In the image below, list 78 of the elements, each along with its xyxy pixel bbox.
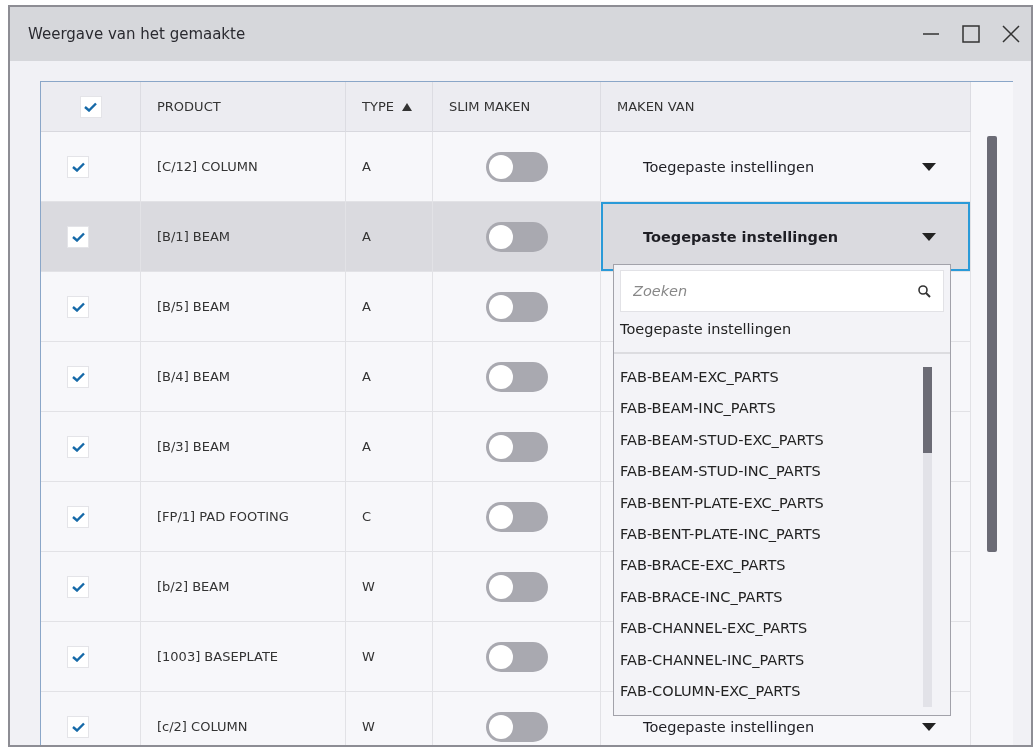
table-cell: W <box>346 552 433 622</box>
column-header[interactable]: PRODUCT <box>141 82 346 132</box>
caret-icon <box>922 722 936 731</box>
scrollbar-thumb[interactable] <box>987 136 997 552</box>
table-cell: [b/2] BEAM <box>141 552 346 622</box>
scrollbar-thumb[interactable] <box>923 367 932 453</box>
toggle-switch[interactable] <box>485 221 548 252</box>
column-label: PRODUCT <box>157 99 221 114</box>
checkmark-icon <box>71 231 85 242</box>
checkmark-icon <box>71 511 85 522</box>
table-cell: A <box>346 272 433 342</box>
checkmark-icon <box>71 371 85 382</box>
table-cell: [B/1] BEAM <box>141 202 346 272</box>
maximize-icon <box>961 24 981 44</box>
table-cell: W <box>346 622 433 692</box>
column-label: TYPE <box>362 99 394 114</box>
checkmark-icon <box>71 301 85 312</box>
toggle-switch[interactable] <box>485 711 548 742</box>
row-checkbox[interactable] <box>67 505 89 528</box>
toggle-switch[interactable] <box>485 641 548 672</box>
table-cell: [1003] BASEPLATE <box>141 622 346 692</box>
column-header[interactable]: TYPE <box>346 82 433 132</box>
column-header[interactable]: SLIM MAKEN <box>433 82 601 132</box>
row-checkbox[interactable] <box>67 645 89 668</box>
table-cell: C <box>346 482 433 552</box>
checkmark-icon <box>84 101 97 112</box>
table-cell: A <box>346 202 433 272</box>
row-checkbox[interactable] <box>67 575 89 598</box>
toggle-switch[interactable] <box>485 291 548 322</box>
row-checkbox[interactable] <box>67 365 89 388</box>
row-checkbox[interactable] <box>67 295 89 318</box>
menu-item[interactable]: FAB-CHANNEL-EXC_PARTS <box>620 613 923 645</box>
toggle-switch[interactable] <box>485 361 548 392</box>
menu-item[interactable]: FAB-CHANNEL-INC_PARTS <box>620 644 923 676</box>
menu-item[interactable]: FAB-BENT-PLATE-EXC_PARTS <box>620 487 923 519</box>
menu-item[interactable]: FAB-BRACE-EXC_PARTS <box>620 550 923 582</box>
menu-item[interactable]: FAB-BENT-PLATE-INC_PARTS <box>620 518 923 551</box>
checkmark-icon <box>71 651 85 662</box>
menu-item[interactable]: FAB-BEAM-STUD-INC_PARTS <box>620 456 923 488</box>
row-checkbox[interactable] <box>67 435 89 458</box>
search-field[interactable]: Zoeken <box>620 270 944 312</box>
toggle-switch[interactable] <box>485 431 548 462</box>
table-cell: [C/12] COLUMN <box>141 132 346 202</box>
sort-ascending-icon <box>401 102 412 111</box>
menu-item[interactable]: FAB-BRACE-INC_PARTS <box>620 581 923 614</box>
toggle-switch[interactable] <box>485 571 548 602</box>
column-label: SLIM MAKEN <box>449 99 531 114</box>
search-icon <box>918 284 931 298</box>
select-all-checkbox[interactable] <box>79 95 102 118</box>
dropdown-select[interactable]: Toegepaste instellingen <box>601 132 970 201</box>
table-cell: A <box>346 412 433 482</box>
search-input[interactable]: Zoeken <box>631 282 918 300</box>
table-cell: A <box>346 342 433 412</box>
checkmark-icon <box>71 161 85 172</box>
window-title: Weergave van het gemaakte <box>28 25 247 43</box>
menu-item[interactable]: FAB-BEAM-STUD-EXC_PARTS <box>620 424 923 457</box>
table-cell: [B/4] BEAM <box>141 342 346 412</box>
menu-item[interactable]: FAB-BEAM-INC_PARTS <box>620 393 923 425</box>
table-cell: [B/5] BEAM <box>141 272 346 342</box>
table-cell: [FP/1] PAD FOOTING <box>141 482 346 552</box>
checkmark-icon <box>71 581 85 592</box>
minimize-icon <box>923 33 939 35</box>
column-label: MAKEN VAN <box>617 99 695 114</box>
checkmark-icon <box>71 721 85 732</box>
row-checkbox[interactable] <box>67 225 89 248</box>
table-cell: [B/3] BEAM <box>141 412 346 482</box>
toggle-switch[interactable] <box>485 151 548 182</box>
caret-icon <box>922 162 936 171</box>
row-checkbox[interactable] <box>67 715 89 738</box>
toggle-switch[interactable] <box>485 501 548 532</box>
row-checkbox[interactable] <box>67 155 89 178</box>
menu-item[interactable]: FAB-BEAM-EXC_PARTS <box>620 362 923 394</box>
column-header[interactable]: MAKEN VAN <box>601 82 971 132</box>
close-icon <box>1001 24 1021 44</box>
checkmark-icon <box>71 441 85 452</box>
menu-item[interactable]: FAB-COLUMN-EXC_PARTS <box>620 675 923 708</box>
table-cell: A <box>346 132 433 202</box>
caret-icon <box>922 232 936 241</box>
